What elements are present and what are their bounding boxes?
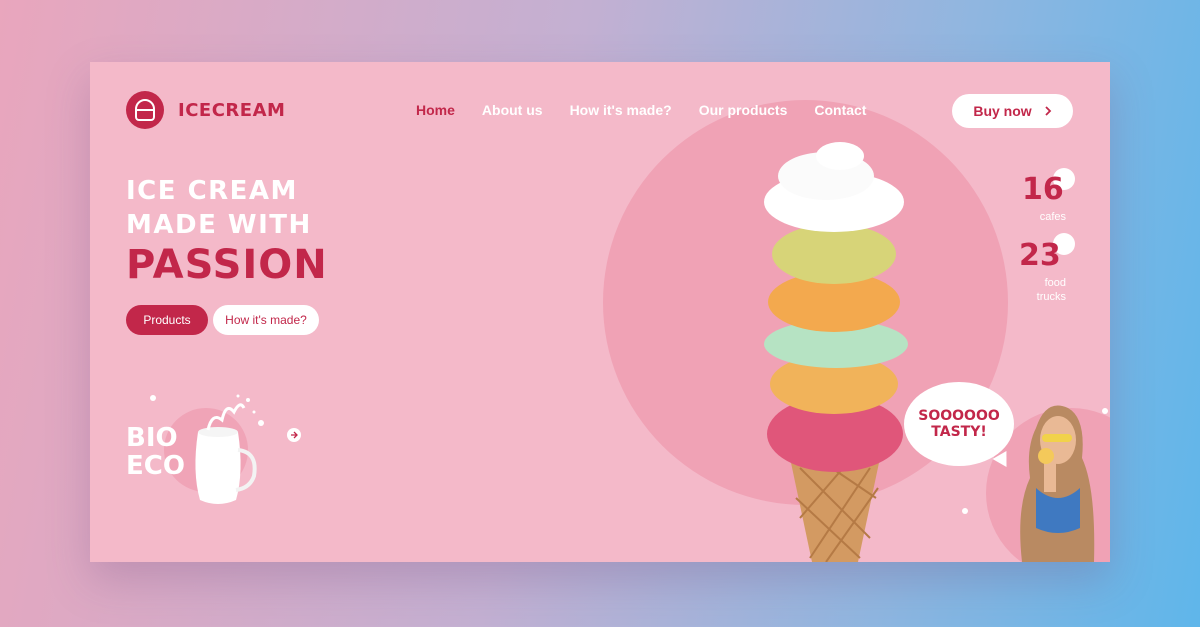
stat-cafes-value: 16: [1022, 172, 1064, 207]
milk-splash-drop: [150, 395, 156, 401]
arrow-right-icon[interactable]: [287, 428, 301, 442]
stat-trucks-value: 23: [1019, 238, 1061, 273]
speech-bubble-text: SOOOOOO TASTY!: [918, 408, 1000, 440]
nav-contact[interactable]: Contact: [814, 102, 866, 118]
stat-cafes-label: cafes: [1039, 211, 1066, 223]
main-nav: Home About us How it's made? Our product…: [416, 102, 866, 118]
splash-drop: [1102, 408, 1108, 414]
splash-drop: [962, 508, 968, 514]
hero-title-line-2: MADE WITH: [126, 210, 312, 240]
milk-jug-image: [195, 394, 257, 504]
hero-title-line-3: PASSION: [126, 242, 328, 288]
nav-about-us[interactable]: About us: [482, 102, 543, 118]
ice-cream-logo-icon: [126, 91, 164, 129]
nav-our-products[interactable]: Our products: [699, 102, 788, 118]
logo-text: ICECREAM: [178, 99, 286, 121]
girl-eating-ice-cream-image: [1020, 405, 1095, 562]
ice-cream-cone-image: [764, 142, 908, 562]
buy-now-label: Buy now: [973, 103, 1032, 119]
chevron-right-icon: [1044, 103, 1052, 119]
logo[interactable]: ICECREAM: [126, 91, 285, 129]
bio-eco-text: BIO ECO: [126, 424, 185, 480]
products-button[interactable]: Products: [126, 305, 208, 335]
nav-how-its-made[interactable]: How it's made?: [570, 102, 672, 118]
buy-now-button[interactable]: Buy now: [952, 94, 1073, 128]
milk-splash-drop: [258, 420, 264, 426]
nav-home[interactable]: Home: [416, 102, 455, 118]
how-its-made-button[interactable]: How it's made?: [213, 305, 319, 335]
speech-bubble: SOOOOOO TASTY!: [904, 382, 1014, 466]
landing-page: ICECREAM Home About us How it's made? Ou…: [90, 62, 1110, 562]
hero-title-line-1: ICE CREAM: [126, 176, 298, 206]
stat-trucks-label: food trucks: [1036, 277, 1066, 303]
